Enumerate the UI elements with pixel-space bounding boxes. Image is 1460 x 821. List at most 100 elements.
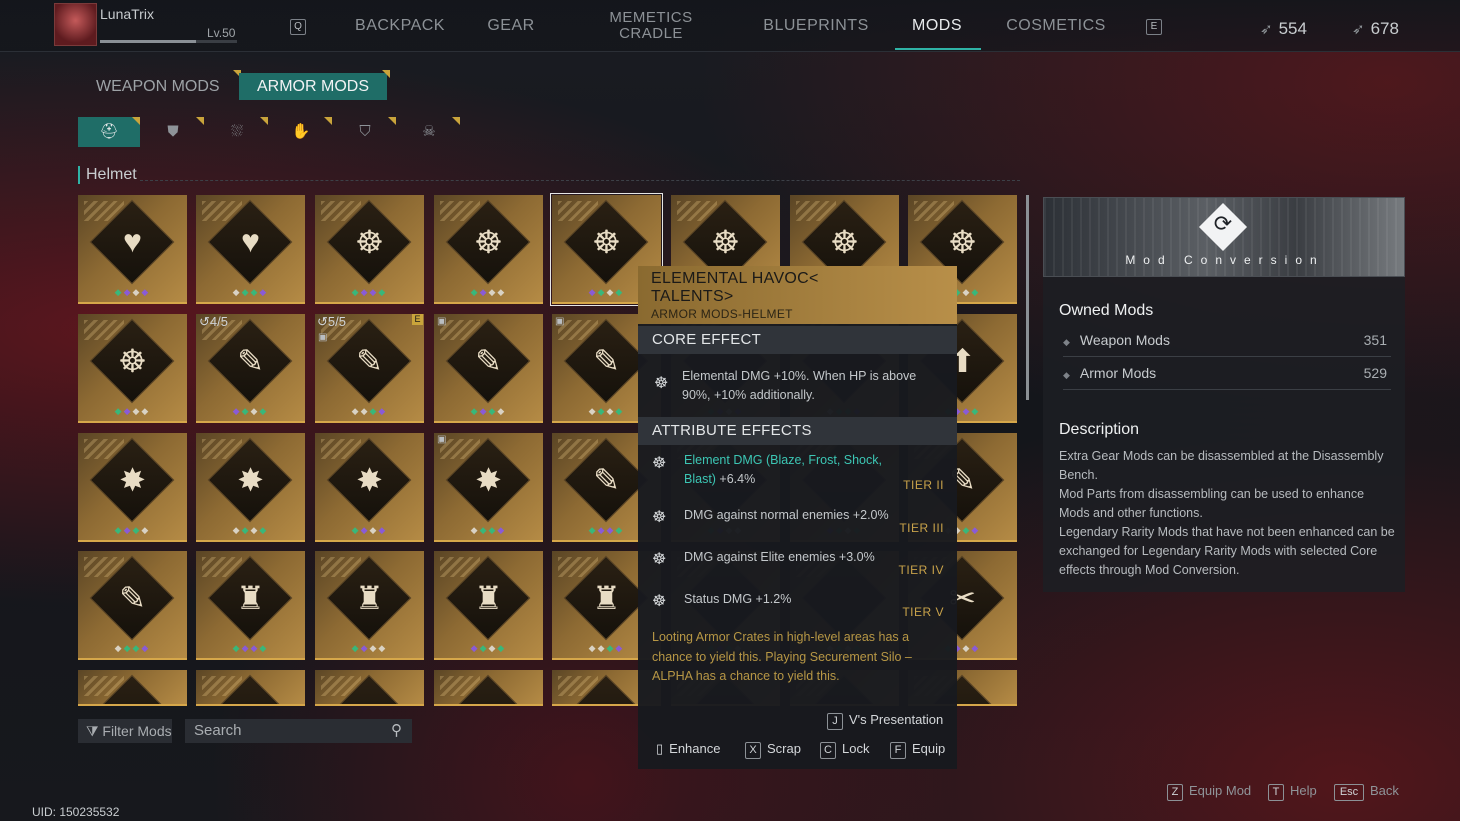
filter-mods-button[interactable]: ⧩ Filter Mods — [78, 719, 172, 743]
slot-helmet[interactable]: ⛑ — [78, 117, 140, 147]
core-effect-header: CORE EFFECT — [638, 326, 957, 354]
scrollbar[interactable] — [1026, 195, 1029, 400]
mod-tile[interactable]: ☸ ◆◆◆◆ — [315, 195, 424, 304]
attribute-1-value: +6.4% — [715, 472, 756, 486]
mod-icon: ☸ — [830, 224, 859, 260]
mod-conversion-banner[interactable]: ⟳ Mod Conversion — [1043, 197, 1405, 277]
mod-icon: ♜ — [236, 580, 265, 616]
back-key: Esc — [1334, 784, 1364, 801]
enhance-button[interactable]: ▯ Enhance — [656, 741, 720, 757]
slot-boots[interactable]: ☠ — [398, 117, 460, 147]
slot-chest[interactable]: ⛊ — [142, 117, 204, 147]
section-title: Helmet — [78, 166, 137, 184]
equip-button[interactable]: F Equip — [890, 741, 945, 759]
filter-icon: ⧩ — [86, 723, 103, 739]
boots-icon: ☠ — [422, 123, 436, 140]
mod-tile[interactable] — [315, 670, 424, 706]
mod-icon: ✸ — [475, 462, 502, 498]
tooltip-title-line2: TALENTS> — [651, 288, 734, 305]
mod-tile[interactable]: ♥ ◆◆◆◆ — [78, 195, 187, 304]
mod-tile[interactable]: ☸ ◆◆◆◆ — [78, 314, 187, 423]
tab-blueprints[interactable]: BLUEPRINTS — [760, 17, 872, 35]
mod-tile[interactable]: ☸ ◆◆◆◆ — [434, 195, 543, 304]
rarity-gems: ◆◆◆◆ — [351, 525, 388, 535]
attribute-1-element: Blast) — [684, 472, 716, 486]
attribute-1-line1: Element DMG (Blaze, Frost, Shock, — [684, 453, 882, 467]
core-effect-text: Elemental DMG +10%. When HP is above 90%… — [682, 367, 916, 405]
attribute-icon: ☸ — [652, 509, 667, 526]
tooltip-header: ELEMENTAL HAVOC< TALENTS> ARMOR MODS-HEL… — [638, 266, 957, 324]
owned-mods-title: Owned Mods — [1059, 302, 1154, 319]
mod-conversion-title: Mod Conversion — [1125, 253, 1325, 267]
mod-icon: ☸ — [592, 224, 621, 260]
slot-mask[interactable]: ⛉ — [334, 117, 396, 147]
help-hint[interactable]: T Help — [1268, 783, 1317, 801]
player-name: LunaTrix — [100, 6, 154, 22]
mod-tile[interactable]: ✸ ◆◆◆◆ — [434, 433, 543, 542]
tab-backpack[interactable]: BACKPACK — [350, 17, 450, 35]
mod-tile[interactable]: ✸ ◆◆◆◆ — [196, 433, 305, 542]
attribute-icon: ☸ — [652, 593, 667, 610]
tab-weapon-mods[interactable]: WEAPON MODS — [78, 70, 241, 100]
slot-pants[interactable]: ⛆ — [206, 117, 268, 147]
tab-memetics-cradle[interactable]: MEMETICS CRADLE — [595, 10, 707, 42]
mod-tile[interactable] — [196, 670, 305, 706]
mask-icon: ⛉ — [359, 123, 371, 140]
back-hint[interactable]: Esc Back — [1334, 783, 1399, 801]
mod-tile[interactable]: ✎ ◆◆◆◆ — [196, 314, 305, 423]
avatar[interactable] — [54, 3, 97, 46]
user-id: UID: 150235532 — [32, 805, 120, 819]
tab-armor-mods[interactable]: ARMOR MODS — [239, 70, 390, 100]
mod-icon: ♥ — [123, 223, 142, 259]
active-tab-indicator — [895, 48, 981, 50]
mod-icon: ✸ — [119, 462, 146, 498]
mod-icon: ✸ — [237, 462, 264, 498]
tab-gear[interactable]: GEAR — [480, 17, 542, 35]
equip-label: Equip — [912, 741, 946, 756]
nav-prev-key[interactable]: Q — [290, 19, 306, 35]
description-text: Extra Gear Mods can be disassembled at t… — [1059, 447, 1395, 580]
mod-tile[interactable] — [78, 670, 187, 706]
mod-tile[interactable]: ♜ ◆◆◆◆ — [315, 551, 424, 660]
filter-label: Filter Mods — [102, 723, 172, 739]
attribute-1-tier: TIER II — [903, 478, 944, 492]
rarity-gems: ◆◆◆◆ — [232, 643, 269, 653]
equip-mod-hint[interactable]: Z Equip Mod — [1167, 783, 1251, 801]
mod-tile[interactable]: ✸ ◆◆◆◆ — [78, 433, 187, 542]
mod-tile[interactable]: ♜ ◆◆◆◆ — [196, 551, 305, 660]
mod-icon: ☸ — [118, 343, 147, 379]
mod-icon: ✎ — [475, 343, 502, 379]
search-placeholder: Search — [194, 722, 242, 739]
mod-tile[interactable]: ✎ ◆◆◆◆ — [315, 314, 424, 423]
help-key: T — [1268, 784, 1284, 801]
mod-icon: ☸ — [948, 224, 977, 260]
mod-tile[interactable]: ♜ ◆◆◆◆ — [434, 551, 543, 660]
lock-button[interactable]: C Lock — [820, 741, 869, 759]
conversion-icon: ⟳ — [1213, 211, 1233, 236]
mod-icon: ✸ — [356, 462, 383, 498]
tab-mods[interactable]: MODS — [900, 17, 974, 35]
xp-bar — [100, 40, 237, 43]
mod-tile[interactable]: ✸ ◆◆◆◆ — [315, 433, 424, 542]
description-line2: Mod Parts from disassembling can be used… — [1059, 487, 1365, 520]
search-input[interactable]: Search ⚲ — [185, 719, 412, 743]
help-label: Help — [1290, 783, 1317, 798]
helmet-icon: ⛑ — [99, 123, 119, 140]
lock-icon: ▣ — [437, 316, 447, 327]
slot-gloves[interactable]: ✋ — [270, 117, 332, 147]
equip-key: F — [890, 742, 906, 759]
mod-tile[interactable]: ✎ ◆◆◆◆ — [434, 314, 543, 423]
equip-mod-key: Z — [1167, 784, 1183, 801]
nav-next-key[interactable]: E — [1146, 19, 1162, 35]
attribute-4-tier: TIER V — [902, 605, 944, 619]
mod-icon: ♜ — [355, 580, 384, 616]
search-icon[interactable]: ⚲ — [391, 719, 402, 743]
mod-icon: ☸ — [711, 224, 740, 260]
owned-weapon-mods-row: ◆ Weapon Mods 351 — [1063, 325, 1391, 357]
mod-tile[interactable]: ♥ ◆◆◆◆ — [196, 195, 305, 304]
mod-tile[interactable]: ✎ ◆◆◆◆ — [78, 551, 187, 660]
scrap-button[interactable]: X Scrap — [745, 741, 801, 759]
mod-tile[interactable] — [434, 670, 543, 706]
presentation-button[interactable]: J V's Presentation — [827, 712, 943, 730]
tab-cosmetics[interactable]: COSMETICS — [1000, 17, 1112, 35]
